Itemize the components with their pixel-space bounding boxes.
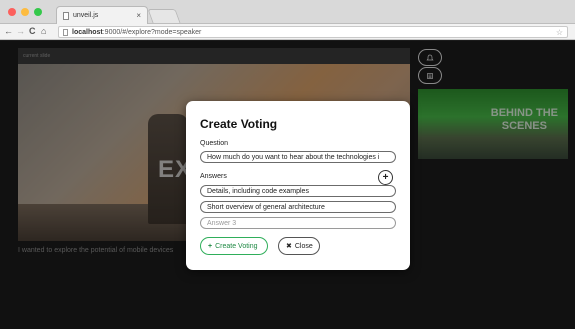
zoom-window-button[interactable] — [34, 8, 42, 16]
home-icon[interactable]: ⌂ — [41, 26, 46, 36]
create-voting-dialog: Create Voting Question How much do you w… — [186, 101, 410, 270]
minimize-window-button[interactable] — [21, 8, 29, 16]
url-field[interactable]: localhost:9000/#/explore?mode=speaker ☆ — [58, 26, 568, 38]
forward-arrow-icon[interactable]: → — [16, 26, 25, 36]
tab-close-icon[interactable]: × — [136, 11, 141, 20]
question-input[interactable]: How much do you want to hear about the t… — [200, 151, 396, 163]
address-bar-row: ← → C ⌂ localhost:9000/#/explore?mode=sp… — [0, 24, 575, 40]
browser-tab[interactable]: unveil.js × — [56, 6, 148, 24]
answer-2-input[interactable]: Short overview of general architecture — [200, 201, 396, 213]
answer-1-input[interactable]: Details, including code examples — [200, 185, 396, 197]
plus-icon: + — [382, 171, 389, 183]
create-voting-label: Create Voting — [215, 242, 258, 250]
reload-icon[interactable]: C — [29, 26, 36, 36]
close-button[interactable]: ✖ Close — [278, 237, 320, 255]
close-label: Close — [294, 242, 313, 250]
window-controls — [8, 8, 42, 16]
add-answer-button[interactable]: + — [378, 170, 393, 185]
url-path: :9000/#/explore?mode=speaker — [102, 28, 202, 36]
close-icon: ✖ — [286, 243, 292, 250]
browser-tab-bar: unveil.js × — [0, 0, 575, 24]
back-arrow-icon[interactable]: ← — [4, 26, 13, 36]
url-host: localhost — [72, 28, 103, 36]
page-icon — [63, 28, 68, 36]
dialog-title: Create Voting — [200, 117, 278, 131]
document-icon — [63, 11, 69, 20]
create-voting-button[interactable]: + Create Voting — [200, 237, 268, 255]
question-label: Question — [200, 140, 229, 147]
new-tab-button[interactable] — [147, 9, 181, 23]
answers-label: Answers — [200, 173, 227, 180]
tab-title: unveil.js — [73, 12, 99, 19]
plus-icon: + — [208, 242, 213, 250]
bookmark-star-icon[interactable]: ☆ — [556, 28, 563, 37]
close-window-button[interactable] — [8, 8, 16, 16]
answer-3-input[interactable]: Answer 3 — [200, 217, 396, 229]
